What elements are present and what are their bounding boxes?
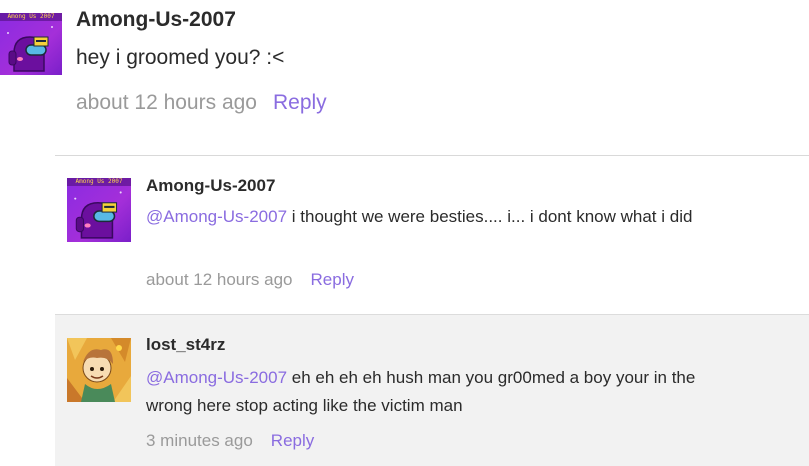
reply-content: @Among-Us-2007 eh eh eh eh hush man you … (146, 364, 736, 420)
among-us-crewmate-icon (7, 26, 53, 72)
among-us-crewmate-icon (74, 191, 122, 239)
reply-text: i thought we were besties.... i... i don… (287, 207, 693, 226)
comment: Among Us 2007 Among-Us-2007 hey i groome… (0, 0, 809, 140)
reply-item: lost_st4rz @Among-Us-2007 eh eh eh eh hu… (55, 314, 809, 466)
reply-meta: about 12 hours ago Reply (146, 270, 354, 290)
reply-content: @Among-Us-2007 i thought we were besties… (146, 203, 736, 231)
reply-button[interactable]: Reply (311, 270, 354, 289)
cartoon-character-icon (67, 338, 131, 402)
reply-username[interactable]: Among-Us-2007 (146, 176, 275, 196)
avatar[interactable]: Among Us 2007 (67, 178, 131, 242)
avatar[interactable] (67, 338, 131, 402)
reply-time: about 12 hours ago (146, 270, 293, 289)
avatar[interactable]: Among Us 2007 (0, 13, 62, 75)
reply-item: Among Us 2007 Among-Us-2007 @Among-Us-20… (55, 155, 809, 314)
reply-button[interactable]: Reply (273, 91, 327, 114)
mention-link[interactable]: @Among-Us-2007 (146, 368, 287, 387)
comment-time: about 12 hours ago (76, 91, 257, 114)
reply-username[interactable]: lost_st4rz (146, 335, 225, 355)
comment-username[interactable]: Among-Us-2007 (76, 8, 236, 32)
mention-link[interactable]: @Among-Us-2007 (146, 207, 287, 226)
comment-meta: about 12 hours ago Reply (76, 91, 327, 115)
reply-button[interactable]: Reply (271, 431, 314, 450)
reply-time: 3 minutes ago (146, 431, 253, 450)
comment-content: hey i groomed you? :< (76, 46, 285, 69)
reply-meta: 3 minutes ago Reply (146, 431, 314, 451)
